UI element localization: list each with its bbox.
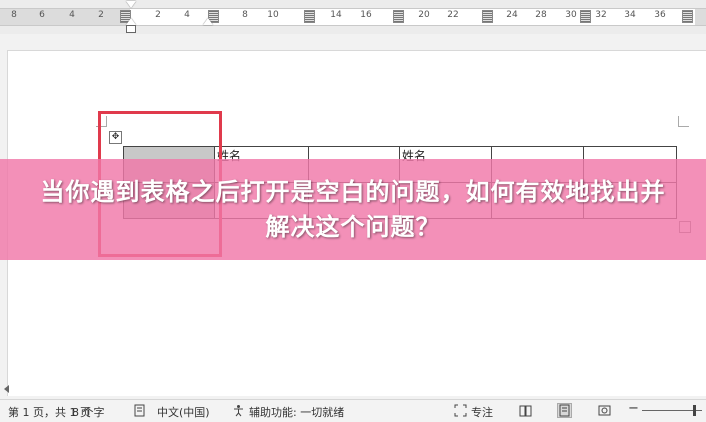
focus-mode-label[interactable]: 专注 (471, 404, 493, 420)
column-marker[interactable] (682, 10, 693, 23)
horizontal-scrollbar[interactable] (0, 383, 706, 395)
accessibility-icon[interactable] (232, 404, 245, 417)
ruler-tick: 24 (506, 10, 518, 20)
ruler-tick: 32 (595, 10, 607, 20)
banner-title: 当你遇到表格之后打开是空白的问题，如何有效地找出并解决这个问题？ (40, 177, 666, 241)
ruler-tick: 8 (11, 10, 17, 20)
ruler-tick: 2 (155, 10, 161, 20)
language-indicator[interactable]: 中文(中国) (157, 404, 210, 420)
ruler-tick: 16 (360, 10, 372, 20)
word-count[interactable]: 8 个字 (72, 404, 105, 420)
ruler-tick: 14 (330, 10, 342, 20)
ruler-tick: 2 (98, 10, 104, 20)
ruler-tick: 10 (267, 10, 279, 20)
print-layout-icon[interactable] (557, 403, 572, 418)
ruler-tick: 8 (242, 10, 248, 20)
column-marker[interactable] (580, 10, 591, 23)
ruler-tick: 4 (184, 10, 190, 20)
title-banner: 当你遇到表格之后打开是空白的问题，如何有效地找出并解决这个问题？ (0, 159, 706, 260)
status-bar: 第 1 页，共 1 页 8 个字 中文(中国) 辅助功能: 一切就绪 专注 − (0, 399, 706, 422)
column-marker[interactable] (482, 10, 493, 23)
zoom-out-button[interactable]: − (628, 401, 639, 416)
ruler-tick: 34 (624, 10, 636, 20)
ruler-tick: 4 (69, 10, 75, 20)
accessibility-status[interactable]: 辅助功能: 一切就绪 (249, 404, 344, 420)
ruler-tick: 22 (447, 10, 459, 20)
right-indent-icon[interactable] (203, 18, 213, 25)
proofing-icon[interactable] (134, 404, 147, 417)
margin-corner-mark (678, 116, 689, 127)
web-layout-icon[interactable] (598, 404, 611, 417)
ruler-tick: 28 (535, 10, 547, 20)
zoom-slider-thumb[interactable] (693, 405, 696, 416)
column-marker[interactable] (304, 10, 315, 23)
horizontal-ruler[interactable]: 8 6 4 2 2 4 8 10 14 16 20 22 24 28 30 32… (0, 0, 706, 34)
ruler-tick: 36 (654, 10, 666, 20)
left-indent-icon[interactable] (126, 25, 136, 33)
hanging-indent-icon[interactable] (126, 18, 136, 25)
first-line-indent-icon[interactable] (126, 1, 136, 8)
focus-mode-icon[interactable] (454, 404, 467, 417)
ruler-tick: 6 (39, 10, 45, 20)
column-marker[interactable] (393, 10, 404, 23)
ruler-tick: 30 (565, 10, 577, 20)
read-mode-icon[interactable] (519, 404, 532, 417)
ruler-tick: 20 (418, 10, 430, 20)
scroll-left-icon (4, 385, 9, 393)
